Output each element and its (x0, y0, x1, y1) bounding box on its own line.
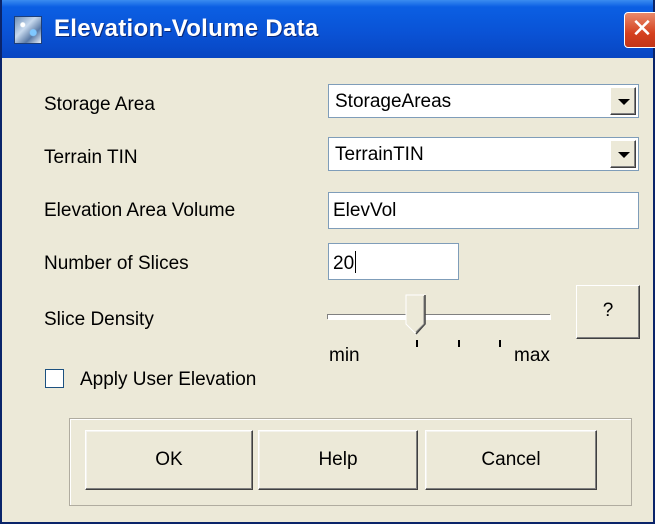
number-of-slices-input[interactable]: 20 (328, 243, 459, 280)
chevron-down-icon[interactable] (610, 87, 636, 115)
slice-density-help-button[interactable]: ? (576, 285, 640, 339)
help-button[interactable]: Help (258, 430, 418, 490)
elevation-area-volume-label: Elevation Area Volume (44, 200, 236, 221)
map-icon (14, 16, 42, 44)
cancel-button[interactable]: Cancel (425, 430, 597, 490)
ok-button[interactable]: OK (85, 430, 253, 490)
close-icon: ✕ (631, 14, 653, 44)
apply-user-elevation-label: Apply User Elevation (80, 369, 257, 390)
slider-tick (499, 340, 501, 347)
number-of-slices-value-wrap: 20 (333, 251, 357, 275)
slider-min-label: min (329, 345, 360, 366)
slice-density-label: Slice Density (44, 309, 154, 330)
slice-density-thumb[interactable] (405, 294, 427, 336)
terrain-tin-select[interactable]: TerrainTIN (328, 137, 639, 171)
window-title: Elevation-Volume Data (54, 15, 319, 42)
chevron-down-icon[interactable] (610, 140, 636, 168)
number-of-slices-value: 20 (333, 253, 355, 274)
slider-max-label: max (514, 345, 550, 366)
elevation-area-volume-input[interactable]: ElevVol (328, 192, 639, 229)
text-caret (355, 251, 357, 273)
apply-user-elevation-checkbox[interactable] (45, 369, 64, 388)
terrain-tin-label: Terrain TIN (44, 147, 138, 168)
close-button[interactable]: ✕ (624, 12, 655, 48)
storage-area-select[interactable]: StorageAreas (328, 84, 639, 118)
terrain-tin-value: TerrainTIN (335, 144, 424, 165)
storage-area-label: Storage Area (44, 94, 155, 115)
storage-area-value: StorageAreas (335, 91, 452, 112)
slider-tick (458, 340, 460, 347)
elevation-volume-dialog: Elevation-Volume Data ✕ Storage Area Sto… (0, 0, 655, 524)
slice-density-track[interactable] (327, 314, 550, 319)
elevation-area-volume-value: ElevVol (333, 200, 397, 221)
number-of-slices-label: Number of Slices (44, 253, 189, 274)
slider-tick (416, 340, 418, 347)
title-bar[interactable]: Elevation-Volume Data ✕ (2, 0, 655, 58)
